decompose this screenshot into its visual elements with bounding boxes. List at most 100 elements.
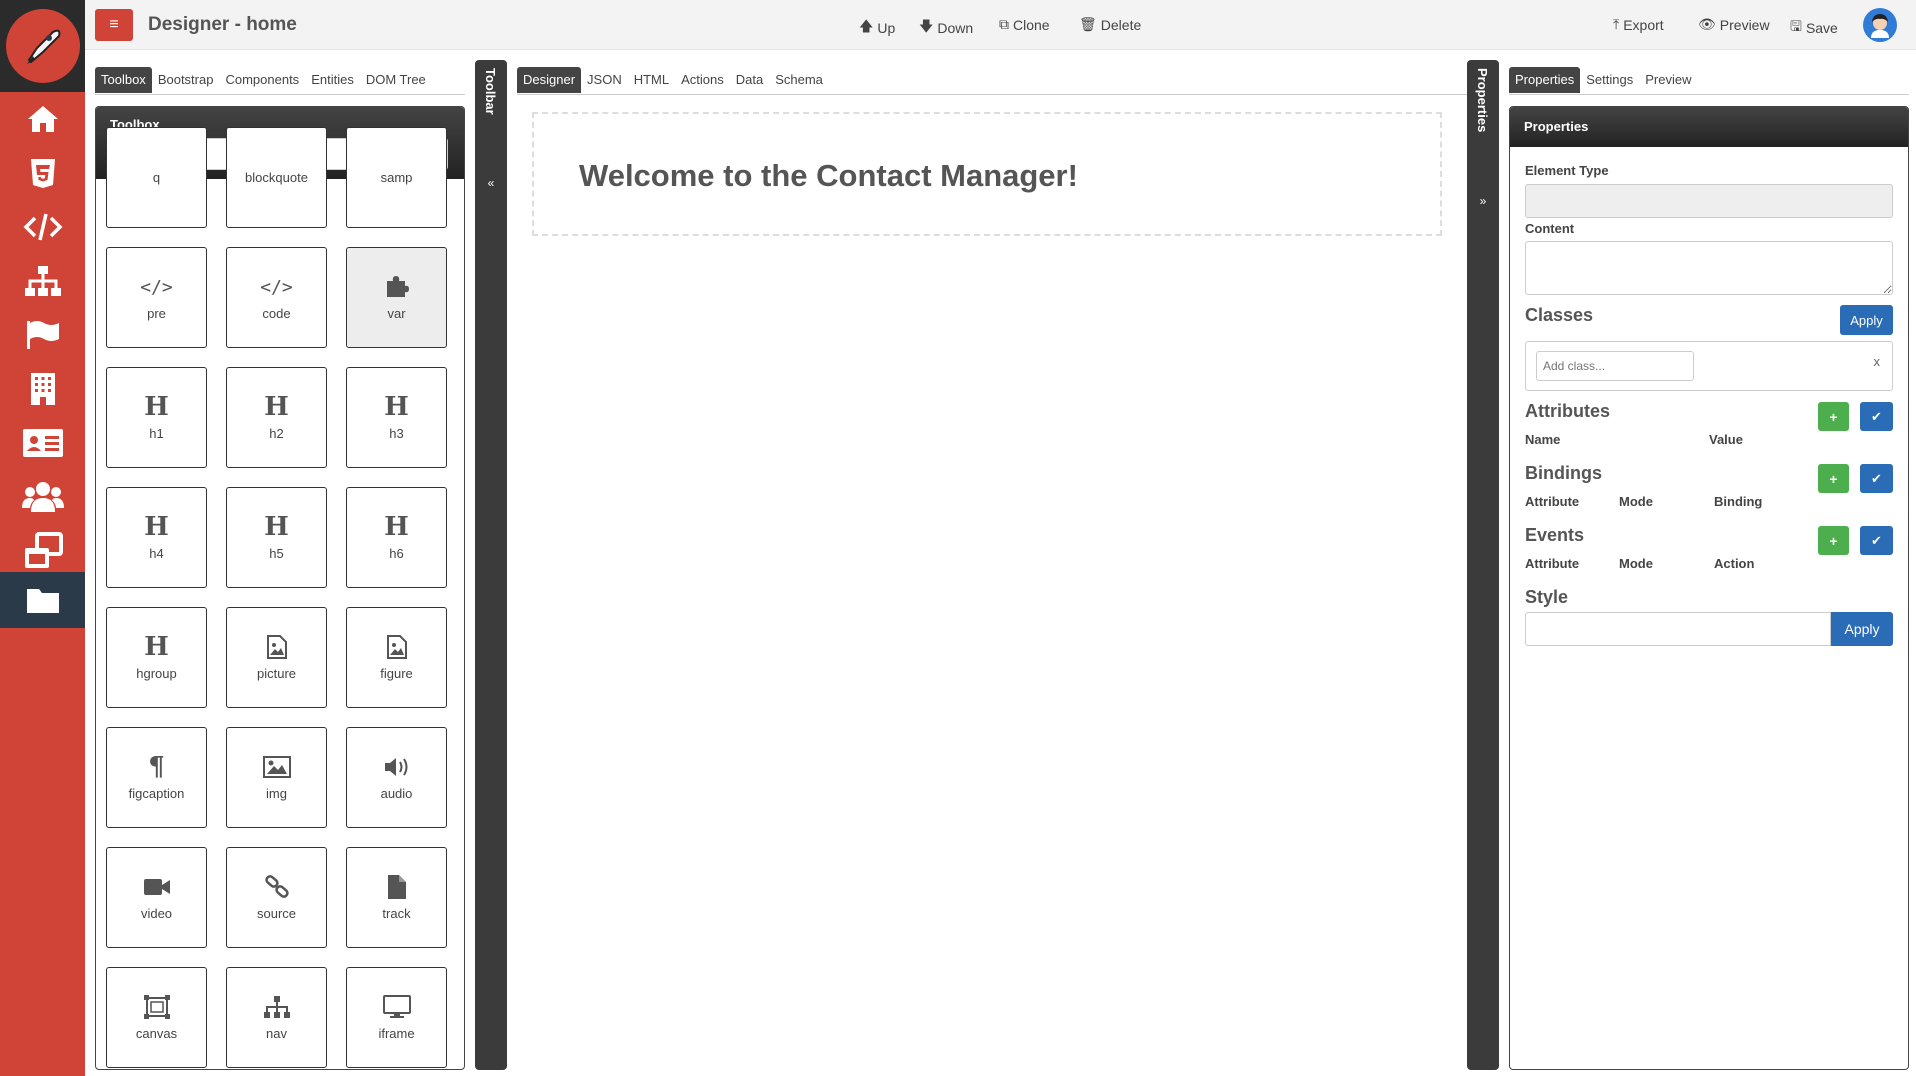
tile-samp[interactable]: samp	[346, 127, 447, 228]
preview-button[interactable]: 👁 Preview	[1698, 16, 1770, 33]
tile-video[interactable]: video	[106, 847, 207, 948]
tab-designer[interactable]: Designer	[517, 66, 582, 93]
left-panel-tabs: Toolbox Bootstrap Components Entities DO…	[95, 65, 465, 95]
tab-html[interactable]: HTML	[628, 67, 675, 93]
expand-chevron-icon[interactable]: »	[1467, 194, 1499, 208]
tile-h4[interactable]: H h4	[106, 487, 207, 588]
tile-pre[interactable]: </> pre	[106, 247, 207, 348]
tile-q[interactable]: q	[106, 127, 207, 228]
top-bar: ≡ Designer - home 🡅 Up 🡇 Down ⧉ Clone 🗑 Dele…	[85, 0, 1916, 50]
clear-classes-button[interactable]: x	[1874, 354, 1881, 369]
style-apply-button[interactable]: Apply	[1831, 612, 1893, 646]
tile-hgroup[interactable]: H hgroup	[106, 607, 207, 708]
tile-figcaption[interactable]: ¶ figcaption	[106, 727, 207, 828]
tile-audio[interactable]: audio	[346, 727, 447, 828]
save-icon: 🖫	[1790, 18, 1802, 34]
clone-icon: ⧉	[999, 16, 1009, 32]
down-button[interactable]: 🡇 Down	[919, 16, 973, 40]
add-attribute-button[interactable]: +	[1818, 402, 1849, 431]
tile-source[interactable]: source	[226, 847, 327, 948]
properties-collapsed-bar[interactable]: Properties »	[1467, 60, 1499, 1070]
heading-icon: H	[144, 392, 169, 422]
app-logo[interactable]	[0, 0, 85, 92]
hamburger-menu-button[interactable]: ≡	[95, 9, 133, 41]
tab-entities[interactable]: Entities	[305, 67, 360, 93]
attr-col-name: Name	[1525, 432, 1561, 447]
tile-h3[interactable]: H h3	[346, 367, 447, 468]
save-button[interactable]: 🖫 Save	[1790, 16, 1838, 40]
add-event-button[interactable]: +	[1818, 526, 1849, 555]
code-icon: </>	[140, 276, 173, 298]
designer-canvas[interactable]: Welcome to the Contact Manager!	[532, 112, 1442, 236]
sitemap-icon[interactable]	[0, 254, 85, 308]
tile-picture[interactable]: picture	[226, 607, 327, 708]
puzzle-icon	[384, 274, 410, 300]
avatar[interactable]	[1863, 8, 1897, 42]
paragraph-icon: ¶	[148, 752, 165, 782]
tile-h6[interactable]: H h6	[346, 487, 447, 588]
home-icon[interactable]	[0, 92, 85, 146]
tab-dom-tree[interactable]: DOM Tree	[360, 67, 432, 93]
tab-preview[interactable]: Preview	[1639, 67, 1697, 93]
heading-icon: H	[144, 632, 169, 662]
tile-h2[interactable]: H h2	[226, 367, 327, 468]
binding-col-attribute: Attribute	[1525, 494, 1580, 509]
tab-properties[interactable]: Properties	[1509, 66, 1581, 93]
tab-components[interactable]: Components	[219, 67, 305, 93]
tab-data[interactable]: Data	[730, 67, 769, 93]
add-binding-button[interactable]: +	[1818, 464, 1849, 493]
file-icon	[387, 874, 407, 900]
tab-settings[interactable]: Settings	[1580, 67, 1639, 93]
collapse-chevron-icon[interactable]: «	[475, 176, 507, 190]
code-icon: </>	[260, 276, 293, 298]
export-button[interactable]: ⤒ Export	[1613, 16, 1664, 33]
arrow-up-icon: 🡅	[859, 18, 874, 34]
flag-icon[interactable]	[0, 308, 85, 362]
tab-schema[interactable]: Schema	[769, 67, 829, 93]
heading-icon: H	[384, 392, 409, 422]
tile-iframe[interactable]: iframe	[346, 967, 447, 1068]
canvas-icon	[142, 994, 172, 1020]
event-col-attribute: Attribute	[1525, 556, 1580, 571]
tile-h1[interactable]: H h1	[106, 367, 207, 468]
folder-icon[interactable]	[0, 572, 85, 628]
code-icon[interactable]	[0, 200, 85, 254]
tab-json[interactable]: JSON	[581, 67, 628, 93]
tile-img[interactable]: img	[226, 727, 327, 828]
tab-toolbox[interactable]: Toolbox	[95, 66, 152, 93]
confirm-bindings-button[interactable]: ✔	[1860, 464, 1893, 493]
css3-icon[interactable]	[0, 146, 85, 200]
tile-blockquote[interactable]: blockquote	[226, 127, 327, 228]
style-input[interactable]	[1525, 612, 1831, 646]
confirm-attributes-button[interactable]: ✔	[1860, 402, 1893, 431]
content-textarea[interactable]	[1525, 241, 1893, 295]
confirm-events-button[interactable]: ✔	[1860, 526, 1893, 555]
tile-code[interactable]: </> code	[226, 247, 327, 348]
building-icon[interactable]	[0, 362, 85, 416]
tab-bootstrap[interactable]: Bootstrap	[152, 67, 220, 93]
sitemap-icon	[263, 994, 291, 1020]
heading-icon: H	[384, 512, 409, 542]
tile-var[interactable]: var	[346, 247, 447, 348]
tab-actions[interactable]: Actions	[675, 67, 730, 93]
contact-card-icon[interactable]	[0, 416, 85, 470]
up-button[interactable]: 🡅 Up	[859, 16, 895, 40]
welcome-heading[interactable]: Welcome to the Contact Manager!	[579, 158, 1078, 194]
clone-button[interactable]: ⧉ Clone	[999, 16, 1050, 33]
toolbox-panel: Toolbox X q blockquote samp </> pre </> …	[95, 106, 465, 1070]
classes-apply-button[interactable]: Apply	[1840, 305, 1893, 335]
tile-canvas[interactable]: canvas	[106, 967, 207, 1068]
add-class-input[interactable]	[1536, 351, 1694, 381]
tile-nav[interactable]: nav	[226, 967, 327, 1068]
windows-restore-icon[interactable]	[0, 524, 85, 578]
tile-track[interactable]: track	[346, 847, 447, 948]
heading-icon: H	[264, 392, 289, 422]
tile-figure[interactable]: figure	[346, 607, 447, 708]
center-panel-tabs: Designer JSON HTML Actions Data Schema	[517, 65, 1467, 95]
element-type-field[interactable]	[1525, 184, 1893, 218]
users-icon[interactable]	[0, 470, 85, 524]
toolbar-collapsed-bar[interactable]: Toolbar «	[475, 60, 507, 1070]
eye-icon: 👁	[1698, 16, 1716, 32]
tile-h5[interactable]: H h5	[226, 487, 327, 588]
delete-button[interactable]: 🗑 Delete	[1079, 16, 1141, 33]
